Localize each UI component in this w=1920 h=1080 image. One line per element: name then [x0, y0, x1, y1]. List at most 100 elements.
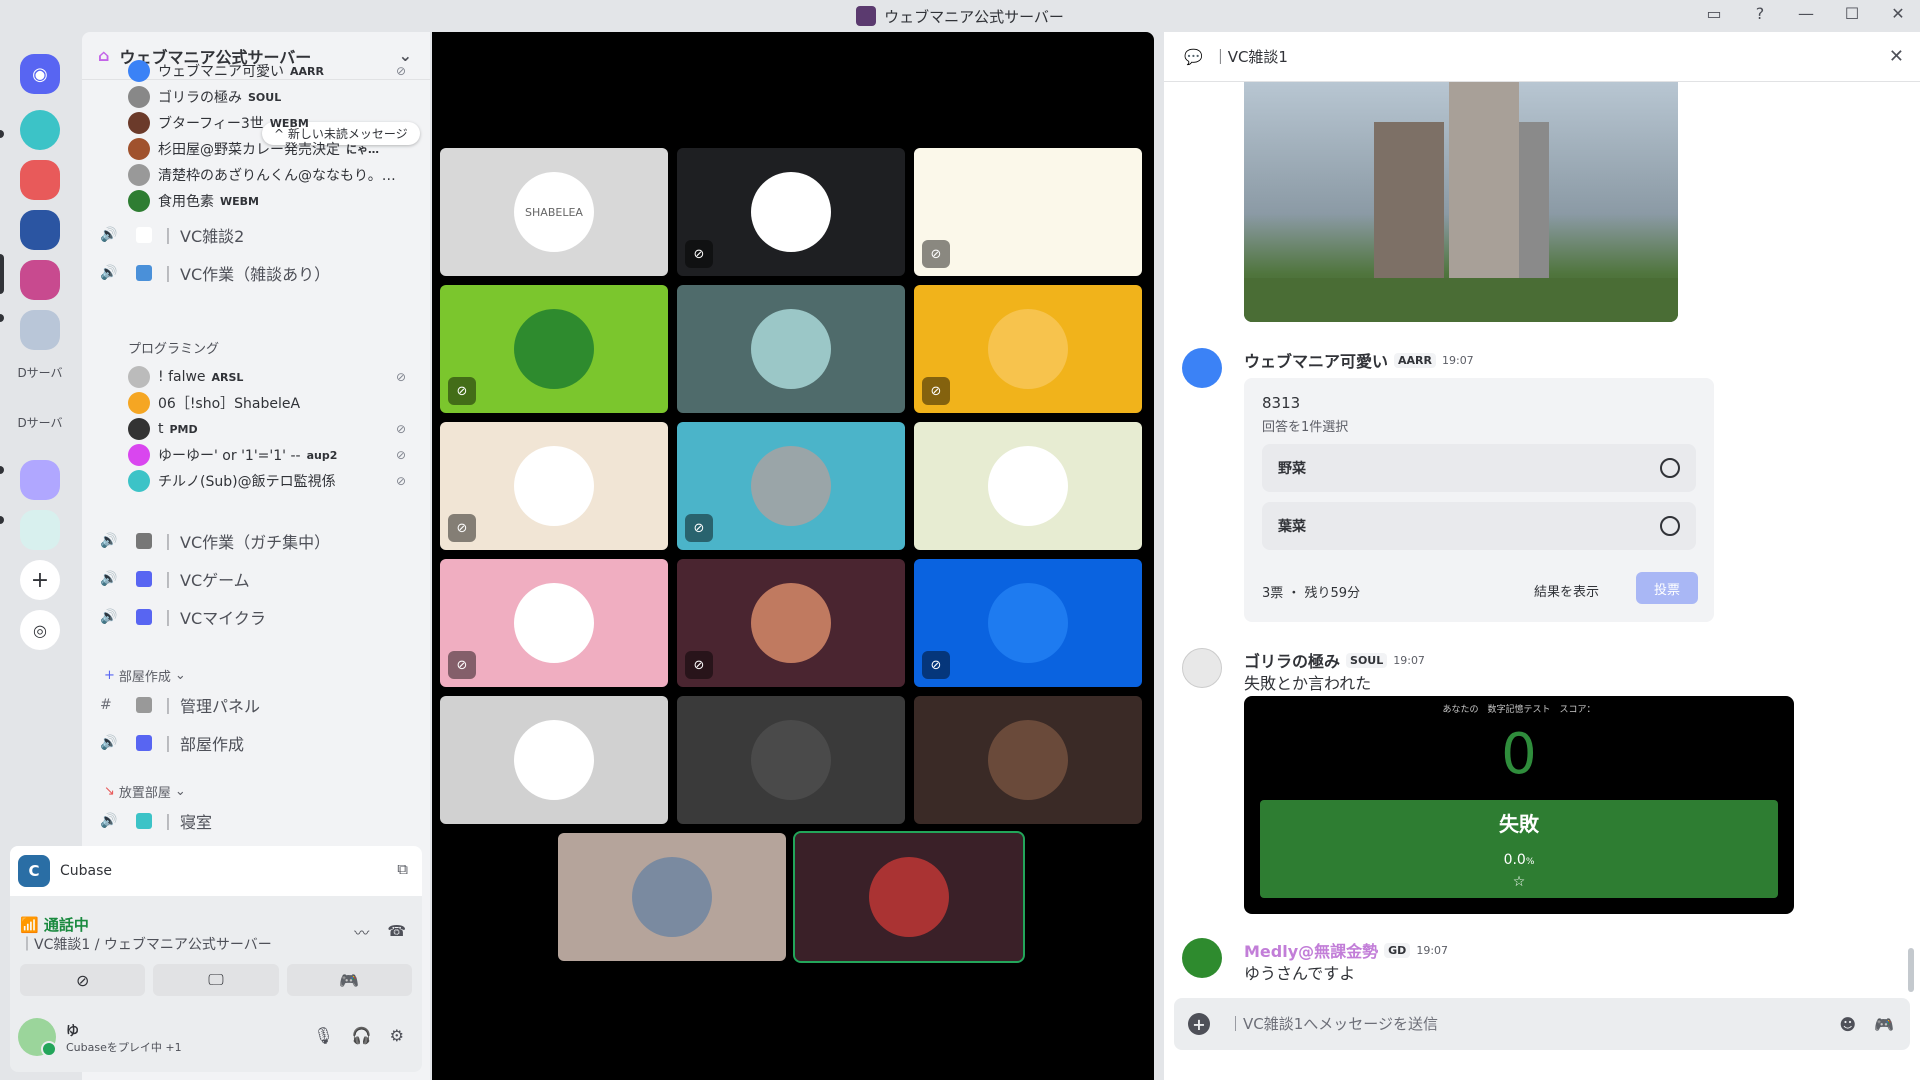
server-icon-4[interactable] — [20, 260, 60, 300]
participant-tile[interactable]: ⊘ — [914, 285, 1142, 413]
mic-muted-icon: ⊘ — [685, 240, 713, 268]
activity-launch-icon[interactable]: ⧉ — [397, 860, 408, 878]
user-avatar[interactable] — [18, 1018, 57, 1057]
participant-avatar — [751, 309, 831, 389]
voice-channel[interactable]: 🔊 ｜ VCマイクラ — [100, 602, 266, 632]
activity-card[interactable]: C Cubase ⧉ — [10, 846, 422, 896]
participant-tile[interactable]: ⊘ — [914, 148, 1142, 276]
inbox-icon[interactable]: ▭ — [1702, 4, 1726, 23]
noise-suppression-icon[interactable]: 〰 — [354, 922, 369, 943]
help-icon[interactable]: ? — [1748, 4, 1772, 23]
voice-member[interactable]: チルノ(Sub)@飯テロ監視係 ⊘ — [128, 468, 406, 494]
voice-member[interactable]: ゴリラの極み SOUL — [128, 84, 281, 110]
msg2-author-avatar[interactable] — [1182, 648, 1222, 688]
radio-icon — [1660, 516, 1680, 536]
mic-muted-icon: ⊘ — [448, 514, 476, 542]
participant-tile[interactable]: ⊘ — [440, 422, 668, 550]
voice-channel[interactable]: 🔊 ｜ VC作業（雑談あり） — [100, 258, 330, 288]
voice-member[interactable]: ゆーゆー' or '1'='1' -- aup2 ⊘ — [128, 442, 406, 468]
server-icon-5[interactable] — [20, 310, 60, 350]
category-room-create[interactable]: + 部屋作成 ⌄ — [104, 666, 186, 685]
microphone-icon[interactable]: 🎙 — [313, 1026, 333, 1045]
voice-channel[interactable]: 🔊 ｜ VCゲーム — [100, 564, 250, 594]
chat-scrollbar[interactable] — [1908, 948, 1914, 992]
voice-channel[interactable]: # ｜管理パネル — [100, 690, 260, 720]
discord-home-icon[interactable]: ◉ — [20, 54, 60, 94]
server-icon-1[interactable] — [20, 110, 60, 150]
show-results-button[interactable]: 結果を表示 — [1534, 581, 1599, 600]
minecraft-screenshot[interactable] — [1244, 82, 1678, 322]
server-icon-3[interactable] — [20, 210, 60, 250]
poll-option-1[interactable]: 野菜 — [1262, 444, 1696, 492]
add-attachment-icon[interactable]: + — [1188, 1013, 1210, 1035]
channel-emoji-icon — [136, 735, 152, 751]
speaker-icon: 🔊 — [100, 735, 118, 751]
participant-tile[interactable] — [677, 285, 905, 413]
participant-tile[interactable]: ⊘ — [677, 148, 905, 276]
score-screenshot[interactable]: あなたの 数字記憶テスト スコア： 0 失敗 0.0% ☆ — [1244, 696, 1794, 914]
participant-tile[interactable] — [793, 831, 1025, 963]
poll-option-2[interactable]: 葉菜 — [1262, 502, 1696, 550]
voice-member[interactable]: ウェブマニア可愛い AARR ⊘ — [128, 58, 406, 84]
chat-close-icon[interactable]: ✕ — [1889, 46, 1904, 67]
screen-share-button[interactable]: 🖵 — [153, 964, 279, 996]
msg3-author-avatar[interactable] — [1182, 938, 1222, 978]
voice-channel[interactable]: 🔊 ｜ VC雑談2 — [100, 220, 244, 250]
server-icon-6[interactable] — [20, 460, 60, 500]
server-label-2[interactable]: Dサーバ — [14, 414, 66, 431]
disconnect-icon[interactable]: ☎ — [387, 922, 406, 943]
add-server-icon[interactable]: + — [20, 560, 60, 600]
camera-off-button[interactable]: ⊘ — [20, 964, 146, 996]
chat-panel: 💬 ｜VC雑談1 ✕ ウェブマニア可愛い AARR 19:07 8313 回答を… — [1164, 32, 1920, 1080]
voice-channel[interactable]: 🔊 ｜ VC作業（ガチ集中） — [100, 526, 330, 556]
voice-member[interactable]: 杉田屋@野菜カレー発売決定 にゃ… — [128, 136, 379, 162]
participant-tile[interactable]: ⊘ — [677, 422, 905, 550]
voice-member[interactable]: ! falwe ARSL ⊘ — [128, 364, 406, 390]
participant-tile[interactable] — [914, 696, 1142, 824]
message-input[interactable] — [1228, 1015, 1788, 1033]
server-label-1[interactable]: Dサーバ — [14, 364, 66, 381]
poll-author-avatar[interactable] — [1182, 348, 1222, 388]
emoji-icon[interactable]: ☻ — [1839, 1015, 1856, 1034]
activity-button[interactable]: 🎮 — [286, 964, 412, 996]
participant-avatar — [988, 720, 1068, 800]
participant-tile[interactable]: ⊘ — [440, 559, 668, 687]
voice-channel[interactable]: 🔊 ｜寝室 — [100, 806, 212, 836]
voice-member[interactable]: 清楚枠のあざりんくん@ななもり。… — [128, 162, 396, 188]
msg2-author-name[interactable]: ゴリラの極み — [1244, 648, 1340, 672]
discover-icon[interactable]: ◎ — [20, 610, 60, 650]
voice-member[interactable]: t PMD ⊘ — [128, 416, 406, 442]
participant-tile[interactable] — [914, 422, 1142, 550]
msg3-author-name[interactable]: Medly@無課金勢 — [1244, 938, 1378, 962]
maximize-icon[interactable]: ☐ — [1840, 4, 1864, 23]
voice-member[interactable]: 食用色素 WEBM — [128, 188, 259, 214]
poll-author-name[interactable]: ウェブマニア可愛い — [1244, 348, 1388, 372]
minimize-icon[interactable]: — — [1794, 4, 1818, 23]
participant-tile[interactable]: ⊘ — [677, 559, 905, 687]
voice-member[interactable]: ブターフィー3世 WEBM — [128, 110, 309, 136]
fail-box: 失敗 0.0% ☆ — [1260, 800, 1778, 898]
voice-stage: SHABELEA ⊘ ⊘ ⊘ ⊘ ⊘ ⊘ ⊘ ⊘ ⊘ — [432, 32, 1154, 1080]
server-icon-2[interactable] — [20, 160, 60, 200]
participant-tile[interactable] — [440, 696, 668, 824]
voice-channel[interactable]: 🔊 ｜部屋作成 — [100, 728, 244, 758]
thread-icon: 💬 — [1184, 47, 1203, 66]
headphones-icon[interactable]: 🎧 — [352, 1026, 372, 1045]
user-status: Cubaseをプレイ中 +1 — [66, 1040, 182, 1054]
participant-tile[interactable]: SHABELEA — [440, 148, 668, 276]
member-avatar — [128, 444, 150, 466]
participant-tile[interactable]: ⊘ — [440, 285, 668, 413]
gamepad-icon[interactable]: 🎮 — [1874, 1015, 1894, 1034]
voice-location[interactable]: ｜VC雑談1 / ウェブマニア公式サーバー — [20, 934, 272, 954]
voice-member[interactable]: 06［!sho］ShabeleA — [128, 390, 300, 416]
server-icon-7[interactable] — [20, 510, 60, 550]
member-avatar — [128, 138, 150, 160]
participant-tile[interactable] — [558, 833, 786, 961]
close-icon[interactable]: ✕ — [1886, 4, 1910, 23]
vote-button[interactable]: 投票 — [1636, 572, 1698, 604]
category-idle[interactable]: ↘ 放置部屋 ⌄ — [104, 782, 186, 801]
settings-gear-icon[interactable]: ⚙ — [390, 1026, 404, 1045]
chevron-down-icon[interactable]: ⌄ — [399, 46, 412, 65]
participant-tile[interactable] — [677, 696, 905, 824]
participant-tile[interactable]: ⊘ — [914, 559, 1142, 687]
